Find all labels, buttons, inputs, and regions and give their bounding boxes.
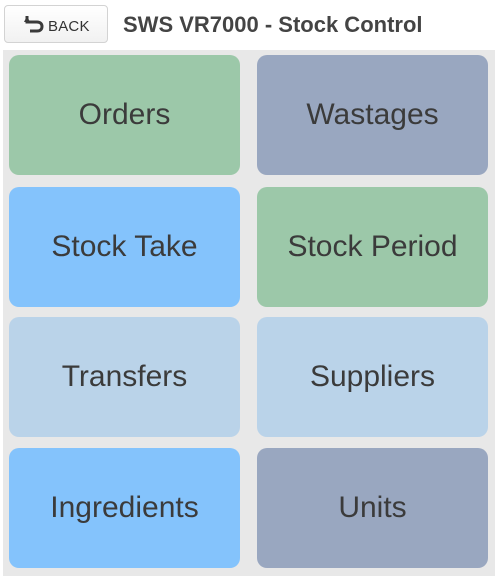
suppliers-tile[interactable]: Suppliers — [257, 317, 488, 437]
stock-take-tile[interactable]: Stock Take — [9, 187, 240, 307]
stock-period-tile[interactable]: Stock Period — [257, 187, 488, 307]
transfers-tile[interactable]: Transfers — [9, 317, 240, 437]
back-button[interactable]: BACK — [4, 5, 108, 43]
units-tile[interactable]: Units — [257, 448, 488, 568]
undo-arrow-icon — [23, 13, 45, 33]
ingredients-tile[interactable]: Ingredients — [9, 448, 240, 568]
page-title: SWS VR7000 - Stock Control — [123, 12, 423, 37]
header-bar: BACK SWS VR7000 - Stock Control — [0, 0, 495, 50]
back-button-label: BACK — [48, 18, 90, 35]
wastages-tile[interactable]: Wastages — [257, 55, 488, 175]
orders-tile[interactable]: Orders — [9, 55, 240, 175]
menu-grid: Orders Wastages Stock Take Stock Period … — [3, 50, 495, 576]
